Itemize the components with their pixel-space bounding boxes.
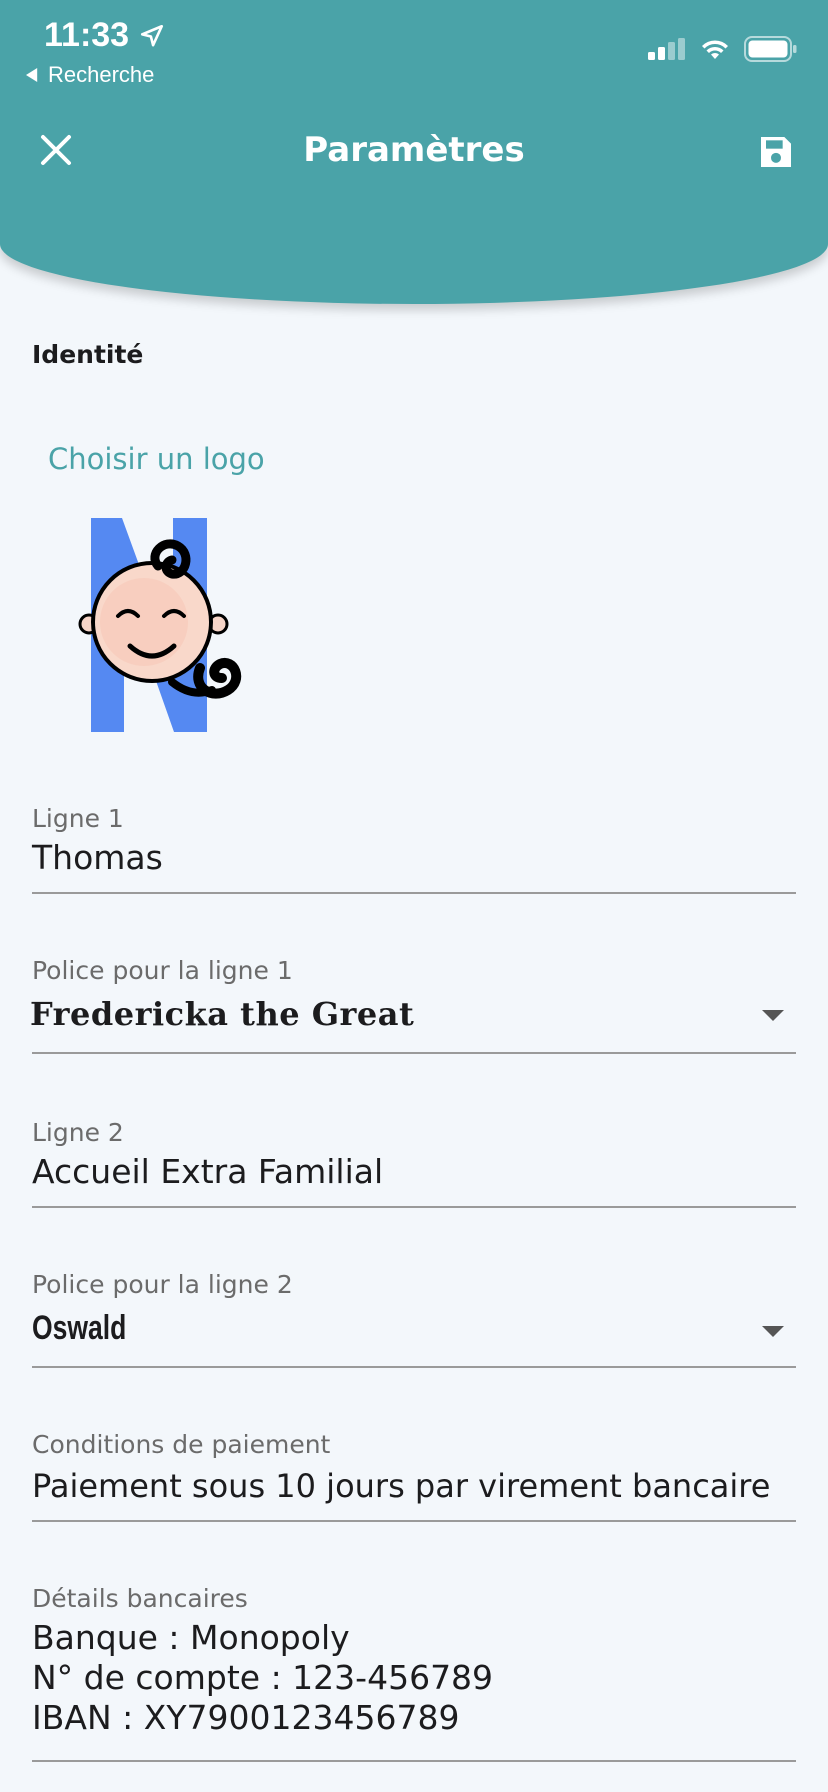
font-line1-value[interactable]: Fredericka the Great [30,994,414,1034]
save-button[interactable] [756,132,796,172]
line2-input[interactable]: Accueil Extra Familial [32,1152,383,1192]
payment-conditions-input[interactable]: Paiement sous 10 jours par virement banc… [32,1466,770,1506]
line1-input[interactable]: Thomas [32,838,163,878]
choose-logo-button[interactable]: Choisir un logo [48,442,265,476]
bank-details-field[interactable]: Détails bancaires Banque : Monopoly N° d… [32,1580,796,1762]
chevron-down-icon [762,1326,784,1337]
location-arrow-icon [141,24,164,47]
bank-details-input[interactable]: Banque : Monopoly N° de compte : 123-456… [32,1618,493,1738]
identity-section-title: Identité [32,340,144,369]
baby-face-logo-icon [78,518,242,732]
logo-image[interactable] [72,518,242,738]
payment-conditions-field[interactable]: Conditions de paiement Paiement sous 10 … [32,1426,796,1522]
signal-icon [648,38,685,60]
status-indicators [648,36,798,62]
back-triangle-icon [26,68,38,82]
font-line1-select[interactable]: Police pour la ligne 1 Fredericka the Gr… [30,952,796,1054]
bank-details-label: Détails bancaires [32,1584,248,1613]
font-line2-value[interactable]: Oswald [32,1308,126,1348]
back-to-search[interactable]: Recherche [26,62,154,88]
status-time-text: 11:33 [44,16,130,54]
line1-field[interactable]: Ligne 1 Thomas [32,798,796,894]
line2-field[interactable]: Ligne 2 Accueil Extra Familial [32,1112,796,1208]
back-label: Recherche [48,62,155,87]
line2-label: Ligne 2 [32,1118,124,1147]
app-header: 11:33 Recherche Paramètres [0,0,828,304]
font-line2-select[interactable]: Police pour la ligne 2 Oswald [32,1266,796,1368]
font-line1-label: Police pour la ligne 1 [32,956,293,985]
status-time: 11:33 [44,16,165,55]
save-icon [761,137,791,167]
line1-label: Ligne 1 [32,804,124,833]
page-title: Paramètres [303,130,525,170]
battery-icon [744,36,797,62]
payment-conditions-label: Conditions de paiement [32,1430,331,1459]
wifi-icon [702,40,728,59]
chevron-down-icon [762,1010,784,1021]
font-line2-label: Police pour la ligne 2 [32,1270,293,1299]
